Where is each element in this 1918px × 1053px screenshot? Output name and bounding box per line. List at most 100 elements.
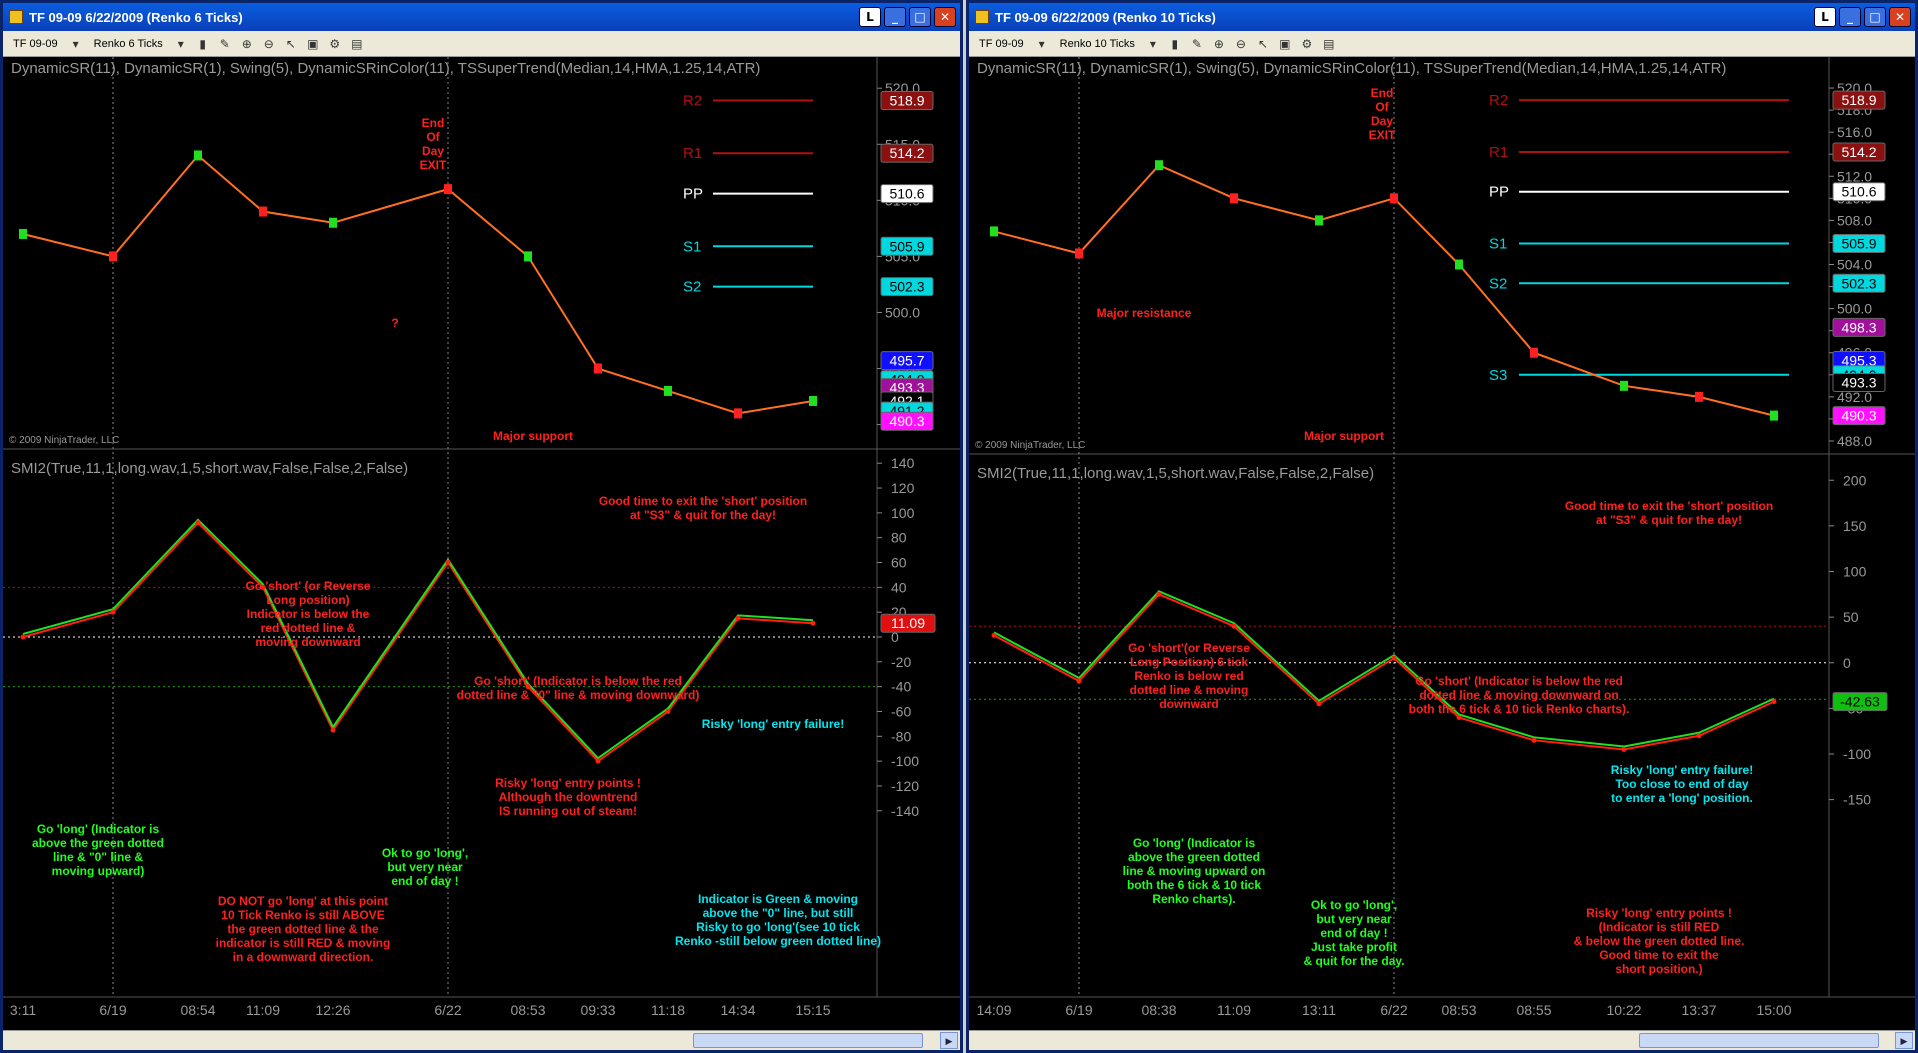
annotation-note: End Of Day EXIT bbox=[1369, 86, 1396, 142]
scroll-right-button[interactable]: ▶ bbox=[940, 1032, 958, 1049]
pencil-icon[interactable]: ✎ bbox=[1189, 36, 1205, 52]
annotation-note: Go 'short'(or Reverse Long Position) 6 ti… bbox=[1128, 641, 1250, 711]
annotation-note-line: at "S3" & quit for the day! bbox=[630, 508, 776, 522]
scrollbar-thumb[interactable] bbox=[693, 1033, 923, 1048]
renko-brick bbox=[809, 396, 817, 407]
price-tick-label: 508.0 bbox=[1837, 212, 1872, 228]
osc-tick-label: -100 bbox=[891, 753, 919, 769]
annotation-note-line: downward bbox=[1159, 697, 1218, 711]
help-button[interactable]: L bbox=[859, 7, 881, 27]
osc-tick-label: 0 bbox=[1843, 655, 1851, 671]
time-axis-label: 14:09 bbox=[976, 1002, 1011, 1018]
zoom-in-icon[interactable]: ⊕ bbox=[239, 36, 255, 52]
oscillator-label: SMI2(True,11,1,long.wav,1,5,short.wav,Fa… bbox=[977, 465, 1374, 482]
annotation-note-line: above the "0" line, but still bbox=[703, 906, 854, 920]
time-axis-label: 12:26 bbox=[315, 1002, 350, 1018]
annotation-note-line: short position.) bbox=[1615, 962, 1702, 976]
help-button[interactable]: L bbox=[1814, 7, 1836, 27]
annotation-note-line: Day bbox=[1371, 114, 1393, 128]
osc-tick-label: 100 bbox=[891, 505, 915, 521]
price-tag-value: 518.9 bbox=[889, 93, 924, 109]
renko-brick bbox=[664, 385, 672, 396]
bar-type-icon[interactable]: ▮ bbox=[1167, 36, 1183, 52]
chevron-down-icon[interactable]: ▾ bbox=[173, 36, 189, 52]
time-axis-label: 08:38 bbox=[1141, 1002, 1176, 1018]
close-button[interactable]: ✕ bbox=[934, 7, 956, 27]
horizontal-scrollbar[interactable]: ▶ bbox=[969, 1030, 1915, 1050]
properties-icon[interactable]: ▣ bbox=[305, 36, 321, 52]
zoom-out-icon[interactable]: ⊖ bbox=[261, 36, 277, 52]
indicator-label: DynamicSR(11), DynamicSR(1), Swing(5), D… bbox=[11, 60, 760, 77]
instrument-dropdown[interactable]: TF 09-09 bbox=[9, 37, 62, 51]
cursor-icon[interactable]: ↖ bbox=[283, 36, 299, 52]
annotation-note-line: Good time to exit the bbox=[1599, 948, 1719, 962]
pencil-icon[interactable]: ✎ bbox=[217, 36, 233, 52]
window-titlebar[interactable]: TF 09-09 6/22/2009 (Renko 10 Ticks) L _ … bbox=[969, 3, 1915, 31]
instrument-dropdown[interactable]: TF 09-09 bbox=[975, 37, 1028, 51]
annotation-note-line: indicator is still RED & moving bbox=[216, 936, 391, 950]
pivot-label: R2 bbox=[683, 93, 702, 110]
strategy-icon[interactable]: ⚙ bbox=[1299, 36, 1315, 52]
pivot-label: R1 bbox=[1489, 144, 1508, 161]
chevron-down-icon[interactable]: ▾ bbox=[1034, 36, 1050, 52]
price-tag-value: 505.9 bbox=[889, 238, 924, 254]
chart-canvas[interactable]: DynamicSR(11), DynamicSR(1), Swing(5), D… bbox=[969, 57, 1915, 1032]
horizontal-scrollbar[interactable]: ▶ bbox=[3, 1030, 960, 1050]
properties-icon[interactable]: ▣ bbox=[1277, 36, 1293, 52]
annotation-note-line: Day bbox=[422, 144, 444, 158]
osc-point bbox=[810, 620, 816, 626]
close-button[interactable]: ✕ bbox=[1889, 7, 1911, 27]
minimize-button[interactable]: _ bbox=[1839, 7, 1861, 27]
renko-brick bbox=[1455, 259, 1463, 270]
osc-point bbox=[1391, 655, 1397, 661]
osc-series-line bbox=[993, 593, 1775, 751]
osc-point bbox=[665, 708, 671, 714]
chart-canvas[interactable]: DynamicSR(11), DynamicSR(1), Swing(5), D… bbox=[3, 57, 960, 1032]
chevron-down-icon[interactable]: ▾ bbox=[1145, 36, 1161, 52]
osc-tick-label: -20 bbox=[891, 654, 911, 670]
data-box-icon[interactable]: ▤ bbox=[1321, 36, 1337, 52]
osc-point bbox=[330, 727, 336, 733]
osc-signal-line bbox=[22, 518, 814, 760]
osc-point bbox=[1621, 746, 1627, 752]
time-axis-label: 3:11 bbox=[10, 1002, 36, 1018]
osc-point bbox=[1156, 591, 1162, 597]
osc-tick-label: 200 bbox=[1843, 472, 1867, 488]
price-tag-value: 518.9 bbox=[1841, 92, 1876, 108]
time-axis-label: 08:54 bbox=[180, 1002, 215, 1018]
minimize-button[interactable]: _ bbox=[884, 7, 906, 27]
renko-brick bbox=[1315, 215, 1323, 226]
chart-window-renko-6[interactable]: TF 09-09 6/22/2009 (Renko 6 Ticks) L _ □… bbox=[0, 0, 963, 1053]
maximize-button[interactable]: □ bbox=[909, 7, 931, 27]
zoom-in-icon[interactable]: ⊕ bbox=[1211, 36, 1227, 52]
scroll-right-button[interactable]: ▶ bbox=[1895, 1032, 1913, 1049]
bar-type-icon[interactable]: ▮ bbox=[195, 36, 211, 52]
chart-window-renko-10[interactable]: TF 09-09 6/22/2009 (Renko 10 Ticks) L _ … bbox=[966, 0, 1918, 1053]
annotation-note: ? bbox=[391, 316, 398, 330]
window-titlebar[interactable]: TF 09-09 6/22/2009 (Renko 6 Ticks) L _ □… bbox=[3, 3, 960, 31]
annotation-note-line: EXIT bbox=[1369, 128, 1396, 142]
maximize-button[interactable]: □ bbox=[1864, 7, 1886, 27]
period-dropdown[interactable]: Renko 6 Ticks bbox=[90, 37, 167, 51]
chevron-down-icon[interactable]: ▾ bbox=[68, 36, 84, 52]
zoom-out-icon[interactable]: ⊖ bbox=[1233, 36, 1249, 52]
period-dropdown[interactable]: Renko 10 Ticks bbox=[1056, 37, 1139, 51]
annotation-note: Indicator is Green & moving above the "0"… bbox=[675, 892, 881, 948]
renko-brick bbox=[329, 217, 337, 228]
data-box-icon[interactable]: ▤ bbox=[349, 36, 365, 52]
annotation-note-line: 10 Tick Renko is still ABOVE bbox=[221, 908, 384, 922]
strategy-icon[interactable]: ⚙ bbox=[327, 36, 343, 52]
cursor-icon[interactable]: ↖ bbox=[1255, 36, 1271, 52]
chart-toolbar: TF 09-09 ▾ Renko 6 Ticks ▾ ▮ ✎ ⊕ ⊖ ↖ ▣ ⚙ ▤ bbox=[3, 31, 960, 57]
osc-tick-label: 40 bbox=[891, 579, 907, 595]
annotation-note: Go 'short' (Indicator is below the red do… bbox=[457, 674, 700, 702]
annotation-note-line: above the green dotted bbox=[32, 836, 164, 850]
price-tag-value: 495.7 bbox=[889, 353, 924, 369]
pivot-label: S3 bbox=[1489, 367, 1507, 384]
annotation-note-line: Too close to end of day bbox=[1615, 777, 1748, 791]
scrollbar-thumb[interactable] bbox=[1639, 1033, 1879, 1048]
annotation-note-line: the green dotted line & the bbox=[227, 922, 379, 936]
annotation-note-line: to enter a 'long' position. bbox=[1611, 791, 1753, 805]
osc-point bbox=[110, 609, 116, 615]
annotation-note-line: Risky to go 'long'(see 10 tick bbox=[696, 920, 860, 934]
